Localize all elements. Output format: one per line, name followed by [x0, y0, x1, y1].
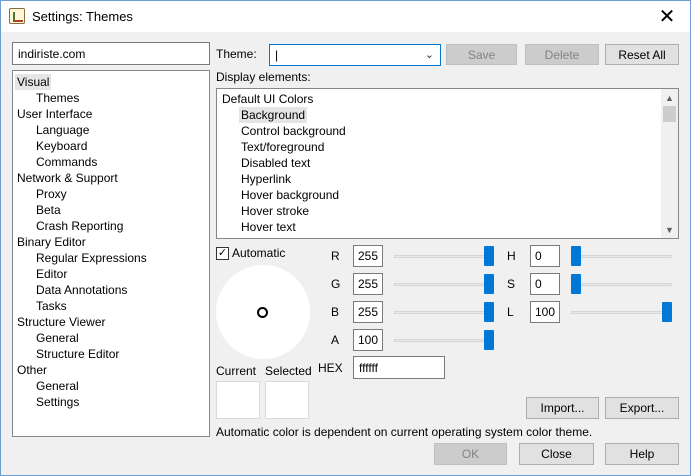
display-list-scrollbar[interactable]: ▲ ▼ — [661, 89, 678, 238]
delete-button[interactable]: Delete — [525, 44, 599, 65]
tree-item[interactable]: Themes — [36, 90, 79, 106]
display-element-item[interactable]: Background — [239, 107, 308, 123]
channel-slider-thumb-r[interactable] — [484, 246, 494, 266]
current-color-swatch — [216, 381, 260, 419]
hex-label: HEX — [318, 361, 343, 375]
import-button[interactable]: Import... — [526, 397, 599, 419]
theme-select-value: | — [275, 48, 279, 62]
channel-slider-thumb-g[interactable] — [484, 274, 494, 294]
channel-slider-thumb-h[interactable] — [571, 246, 581, 266]
settings-category-tree[interactable]: Visual Themes User Interface Language Keyboa… — [12, 70, 210, 437]
tree-item[interactable]: Keyboard — [36, 138, 87, 154]
tree-item[interactable]: Proxy — [36, 186, 67, 202]
tree-item[interactable]: General — [36, 330, 79, 346]
close-window-button[interactable]: ✕ — [644, 1, 690, 32]
theme-select[interactable]: | ⌄ — [269, 44, 441, 66]
chevron-down-icon: ⌄ — [424, 49, 434, 61]
window-title: Settings: Themes — [32, 9, 133, 24]
search-value: indiriste.com — [18, 46, 86, 61]
channel-slider-track-r[interactable] — [394, 255, 494, 258]
tree-item[interactable]: Regular Expressions — [36, 250, 147, 266]
tree-item[interactable]: Commands — [36, 154, 97, 170]
tree-item[interactable]: Other — [17, 362, 47, 378]
settings-window: Settings: Themes ✕ indiriste.com Visual T… — [0, 0, 691, 476]
channel-label-a: A — [331, 333, 340, 347]
automatic-label: Automatic — [232, 246, 286, 260]
channel-input-h[interactable]: 0 — [530, 245, 560, 267]
display-element-item[interactable]: Default UI Colors — [222, 91, 313, 107]
close-icon: ✕ — [658, 5, 676, 28]
display-element-item[interactable]: Hover stroke — [241, 203, 309, 219]
channel-input-r[interactable]: 255 — [353, 245, 383, 267]
display-element-item[interactable]: Hover background — [241, 187, 339, 203]
settings-search-input[interactable]: indiriste.com — [12, 42, 210, 65]
tree-item[interactable]: Beta — [36, 202, 61, 218]
channel-slider-track-a[interactable] — [394, 339, 494, 342]
tree-item[interactable]: Data Annotations — [36, 282, 127, 298]
channel-input-a[interactable]: 100 — [353, 329, 383, 351]
scroll-up-icon[interactable]: ▲ — [661, 89, 678, 106]
channel-label-g: G — [331, 277, 341, 291]
tree-item[interactable]: Structure Editor — [36, 346, 119, 362]
channel-input-s[interactable]: 0 — [530, 273, 560, 295]
scroll-thumb[interactable] — [663, 106, 676, 122]
channel-slider-track-g[interactable] — [394, 283, 494, 286]
channel-label-l: L — [507, 305, 514, 319]
display-element-item[interactable]: Hyperlink — [241, 171, 291, 187]
channel-label-h: H — [507, 249, 516, 263]
hex-input[interactable]: ffffff — [353, 356, 445, 379]
channel-input-b[interactable]: 255 — [353, 301, 383, 323]
channel-slider-thumb-s[interactable] — [571, 274, 581, 294]
tree-item[interactable]: Structure Viewer — [17, 314, 105, 330]
title-bar: Settings: Themes ✕ — [1, 1, 690, 32]
export-button[interactable]: Export... — [605, 397, 679, 419]
close-button[interactable]: Close — [519, 443, 594, 465]
display-elements-label: Display elements: — [216, 70, 311, 84]
save-button[interactable]: Save — [446, 44, 517, 65]
channel-label-s: S — [507, 277, 516, 291]
channel-input-l[interactable]: 100 — [530, 301, 560, 323]
tree-item[interactable]: Editor — [36, 266, 67, 282]
channel-slider-track-l[interactable] — [571, 311, 672, 314]
tree-item[interactable]: Language — [36, 122, 89, 138]
tree-item[interactable]: Visual — [15, 74, 52, 90]
display-element-item[interactable]: Hover text — [241, 219, 296, 235]
selected-color-swatch — [265, 381, 309, 419]
theme-label: Theme: — [216, 47, 257, 61]
hex-value: ffffff — [359, 360, 378, 375]
scroll-down-icon[interactable]: ▼ — [661, 221, 678, 238]
channel-label-r: R — [331, 249, 340, 263]
display-element-item[interactable]: Disabled text — [241, 155, 310, 171]
tree-item[interactable]: General — [36, 378, 79, 394]
selected-label: Selected — [265, 364, 312, 378]
tree-item[interactable]: Tasks — [36, 298, 67, 314]
tree-item[interactable]: Crash Reporting — [36, 218, 123, 234]
automatic-checkbox[interactable]: ✓ — [216, 247, 229, 260]
check-icon: ✓ — [217, 247, 228, 259]
current-label: Current — [216, 364, 257, 378]
tree-item[interactable]: Binary Editor — [17, 234, 86, 250]
channel-slider-track-b[interactable] — [394, 311, 494, 314]
tree-item[interactable]: Network & Support — [17, 170, 118, 186]
channel-label-b: B — [331, 305, 340, 319]
reset-all-button[interactable]: Reset All — [605, 44, 679, 65]
tree-item[interactable]: Settings — [36, 394, 79, 410]
color-wheel-cursor[interactable] — [257, 307, 268, 318]
channel-slider-thumb-l[interactable] — [662, 302, 672, 322]
channel-slider-track-s[interactable] — [571, 283, 672, 286]
ok-button[interactable]: OK — [434, 443, 507, 465]
tree-item[interactable]: User Interface — [17, 106, 92, 122]
channel-input-g[interactable]: 255 — [353, 273, 383, 295]
display-elements-list[interactable]: Hover text Hover stroke Hover background Hy… — [216, 88, 679, 239]
channel-slider-thumb-a[interactable] — [484, 330, 494, 350]
app-icon — [9, 8, 25, 24]
display-element-item[interactable]: Text/foreground — [241, 139, 324, 155]
display-element-item[interactable]: Control background — [241, 123, 346, 139]
help-button[interactable]: Help — [605, 443, 679, 465]
automatic-color-note: Automatic color is dependent on current … — [216, 425, 593, 439]
channel-slider-track-h[interactable] — [571, 255, 672, 258]
channel-slider-thumb-b[interactable] — [484, 302, 494, 322]
